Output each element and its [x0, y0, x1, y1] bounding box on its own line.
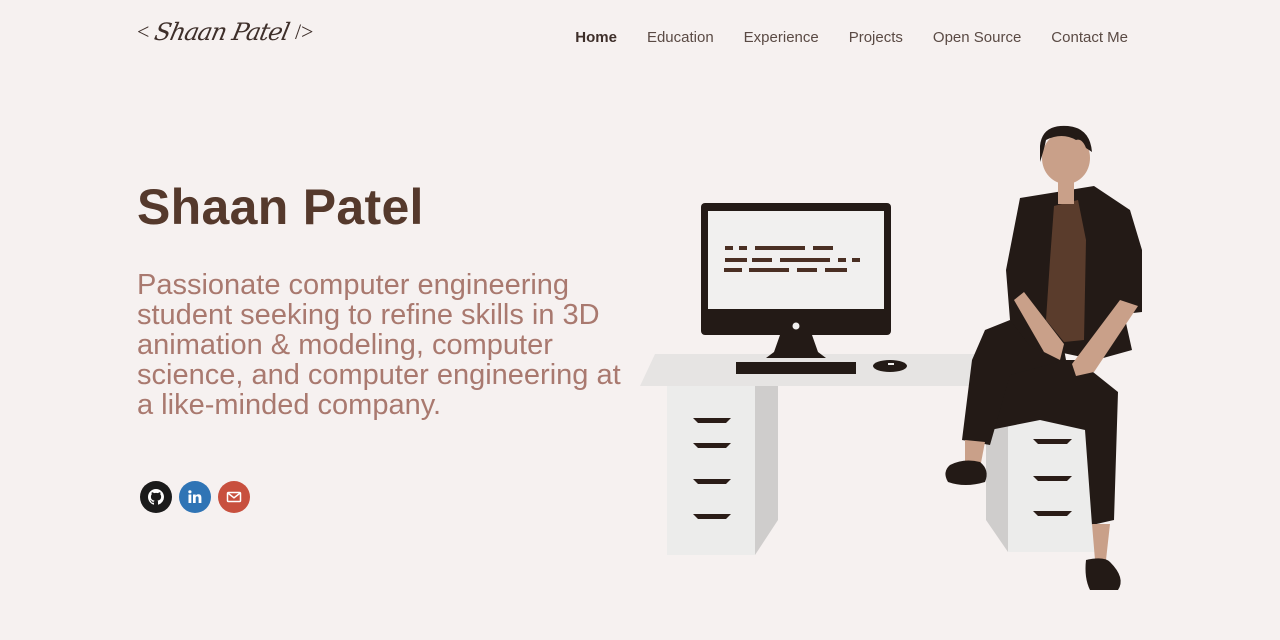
github-button[interactable]: [140, 481, 172, 513]
monitor-power-dot: [792, 322, 800, 330]
nav-home[interactable]: Home: [560, 14, 632, 62]
mouse: [873, 360, 907, 372]
left-cabinet: [667, 386, 755, 555]
logo-close-bracket: />: [294, 19, 314, 44]
email-icon: [226, 491, 242, 503]
left-cabinet-side: [755, 386, 778, 555]
site-header: < Shaan Patel /> Home Education Experien…: [0, 0, 1280, 76]
nav-experience[interactable]: Experience: [729, 14, 834, 62]
social-links: [140, 481, 250, 513]
keyboard: [736, 362, 856, 374]
nav-contact-me[interactable]: Contact Me: [1036, 14, 1143, 62]
email-button[interactable]: [218, 481, 250, 513]
linkedin-button[interactable]: [179, 481, 211, 513]
nav-projects[interactable]: Projects: [834, 14, 918, 62]
logo[interactable]: < Shaan Patel />: [137, 18, 313, 46]
nav-open-source[interactable]: Open Source: [918, 14, 1036, 62]
main-nav: Home Education Experience Projects Open …: [560, 14, 1143, 62]
linkedin-icon: [188, 490, 202, 503]
monitor-stand: [766, 335, 826, 358]
developer-desk-illustration: [640, 125, 1142, 590]
hero-description: Passionate computer engineering student …: [137, 269, 621, 421]
nav-education[interactable]: Education: [632, 14, 729, 62]
hero-name: Shaan Patel: [137, 179, 424, 235]
logo-open-bracket: <: [137, 19, 150, 44]
logo-signature: Shaan Patel: [152, 18, 292, 46]
github-icon: [148, 489, 164, 505]
